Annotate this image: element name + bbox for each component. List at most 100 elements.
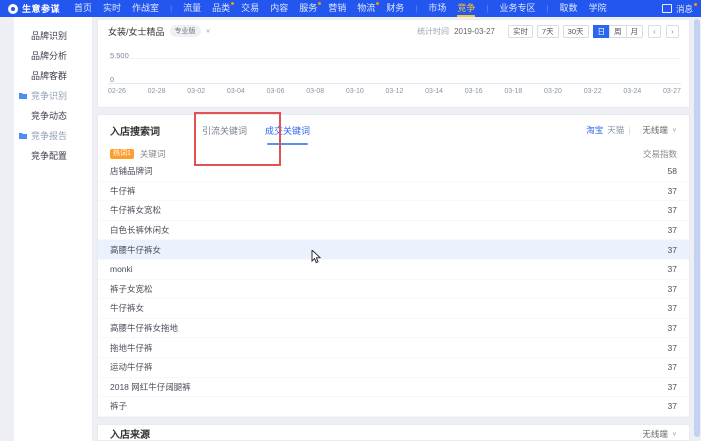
value-cell: 37 [668,362,677,372]
keyword-cell[interactable]: 裤子 [110,400,127,412]
terminal-select[interactable]: 无线端 [642,124,668,136]
table-row[interactable]: 高腰牛仔裤女 37 [98,240,689,260]
table-row[interactable]: 牛仔裤女宽松 37 [98,201,689,221]
granularity-button[interactable]: 日 [593,25,611,38]
chevron-down-icon[interactable]: ∨ [672,430,677,436]
x-axis-tick: 03-16 [465,88,483,95]
vertical-scrollbar[interactable] [694,19,700,437]
keyword-cell[interactable]: 高腰牛仔裤女拖地 [110,322,178,334]
keyword-cell[interactable]: 牛仔裤女宽松 [110,204,161,216]
section-title: 入店来源 [110,426,150,441]
source-option[interactable]: 天猫 [607,124,624,136]
table-row[interactable]: 高腰牛仔裤女拖地 37 [98,319,689,339]
category-label[interactable]: 女装/女士精品 [108,25,165,38]
nav-item[interactable]: 品类 [212,0,230,17]
keyword-tab[interactable]: 成交关键词 [265,124,310,137]
sidebar-item[interactable]: 品牌客群 [14,65,92,85]
keyword-cell[interactable]: 运动牛仔裤 [110,361,153,373]
sidebar-item[interactable]: 品牌分析 [14,45,92,65]
keyword-cell[interactable]: 牛仔裤女 [110,302,144,314]
keyword-cell[interactable]: 裤子女宽松 [110,283,153,295]
range-button[interactable]: 7天 [537,25,559,38]
sidebar-item[interactable]: 品牌识别 [14,25,92,45]
folder-icon [19,92,27,99]
nav-item[interactable]: 市场 [428,0,446,17]
nav-item[interactable]: 竞争 [457,0,475,17]
granularity-button[interactable]: 月 [626,25,644,38]
nav-item[interactable]: | [170,0,172,17]
chevron-down-icon[interactable]: ∨ [672,127,677,133]
sidebar-item[interactable]: 竞争报告 [14,125,92,145]
keyword-table: 店铺品牌词 58 牛仔裤 37 牛仔裤女宽松 37 白色长裤休闲女 37 高腰牛… [98,162,689,417]
message-icon [662,4,672,13]
range-button[interactable]: 实时 [508,25,533,38]
nav-item[interactable]: | [486,0,488,17]
table-row[interactable]: 裤子女宽松 37 [98,280,689,300]
table-row[interactable]: 运动牛仔裤 37 [98,358,689,378]
sidebar-item[interactable]: 竞争识别 [14,85,92,105]
nav-item[interactable]: | [415,0,417,17]
value-cell: 37 [668,225,677,235]
keyword-cell[interactable]: monki [110,264,133,274]
nav-item[interactable]: 首页 [74,0,92,17]
range-buttons: 实时 7天 30天 [508,25,589,38]
terminal-select[interactable]: 无线端 [642,428,668,440]
sidebar-item-label: 品牌客群 [31,69,67,82]
table-row[interactable]: 店铺品牌词 58 [98,162,689,182]
prev-button[interactable]: ‹ [648,25,661,38]
next-button[interactable]: › [666,25,679,38]
nav-item[interactable]: 作战室 [132,0,159,17]
value-column-header[interactable]: 交易指数 [643,148,677,160]
nav-item[interactable]: 交易 [241,0,259,17]
table-row[interactable]: 牛仔裤女 37 [98,299,689,319]
keyword-cell[interactable]: 拖地牛仔裤 [110,342,153,354]
sources-section-header: 入店来源 无线端 ∨ [98,425,689,441]
table-row[interactable]: 拖地牛仔裤 37 [98,338,689,358]
nav-item[interactable]: 实时 [103,0,121,17]
nav-item[interactable]: 内容 [270,0,288,17]
keyword-cell[interactable]: 牛仔裤 [110,185,136,197]
range-button[interactable]: 30天 [563,25,589,38]
table-row[interactable]: monki 37 [98,260,689,280]
nav-item[interactable]: 物流 [357,0,375,17]
hot-word-badge: 热词1 [110,149,134,159]
table-row[interactable]: 白色长裤休闲女 37 [98,221,689,241]
stat-date: 2019-03-27 [454,27,495,36]
nav-item[interactable]: 业务专区 [499,0,535,17]
nav-messages[interactable]: 消息 [662,3,693,15]
granularity-toggle: 日周月 [594,25,644,38]
sidebar-item[interactable]: 竞争配置 [14,145,92,165]
granularity-button[interactable]: 周 [609,25,627,38]
nav-item[interactable]: 流量 [183,0,201,17]
sidebar-item-label: 竞争识别 [31,89,67,102]
keyword-cell[interactable]: 2018 网红牛仔阔腿裤 [110,381,191,393]
source-option[interactable]: 淘宝 [586,124,603,136]
pro-version-badge: 专业版 [170,25,201,37]
keyword-cell[interactable]: 店铺品牌词 [110,165,153,177]
nav-item[interactable]: 服务 [299,0,317,17]
table-row[interactable]: 2018 网红牛仔阔腿裤 37 [98,378,689,398]
table-row[interactable]: 裤子 37 [98,397,689,417]
keyword-tab[interactable]: 引流关键词 [202,124,247,137]
x-axis-tick: 03-27 [663,88,681,95]
top-nav-bar: 生意参谋 首页实时作战室 | 流量品类交易内容服务营销物流财务 | 市场竞争 | 业务专区 |… [0,0,701,17]
nav-item[interactable]: | [546,0,548,17]
gridline [108,58,681,59]
value-cell: 37 [668,245,677,255]
sidebar-item[interactable]: 竞争动态 [14,105,92,125]
app-logo[interactable]: 生意参谋 [8,2,60,15]
sidebar-item-label: 品牌识别 [31,29,67,42]
table-header-row: 热词1 关键词 交易指数 [98,145,689,162]
table-row[interactable]: 牛仔裤 37 [98,182,689,202]
x-axis-tick: 03-04 [227,88,245,95]
source-divider: | [628,126,630,135]
nav-item[interactable]: 学院 [589,0,607,17]
nav-item[interactable]: 取数 [560,0,578,17]
keyword-cell[interactable]: 高腰牛仔裤女 [110,244,161,256]
nav-item[interactable]: 财务 [386,0,404,17]
x-axis-tick: 02-28 [148,88,166,95]
chevron-down-icon[interactable]: ∨ [206,28,211,34]
nav-item[interactable]: 营销 [328,0,346,17]
value-cell: 37 [668,343,677,353]
keyword-cell[interactable]: 白色长裤休闲女 [110,224,170,236]
